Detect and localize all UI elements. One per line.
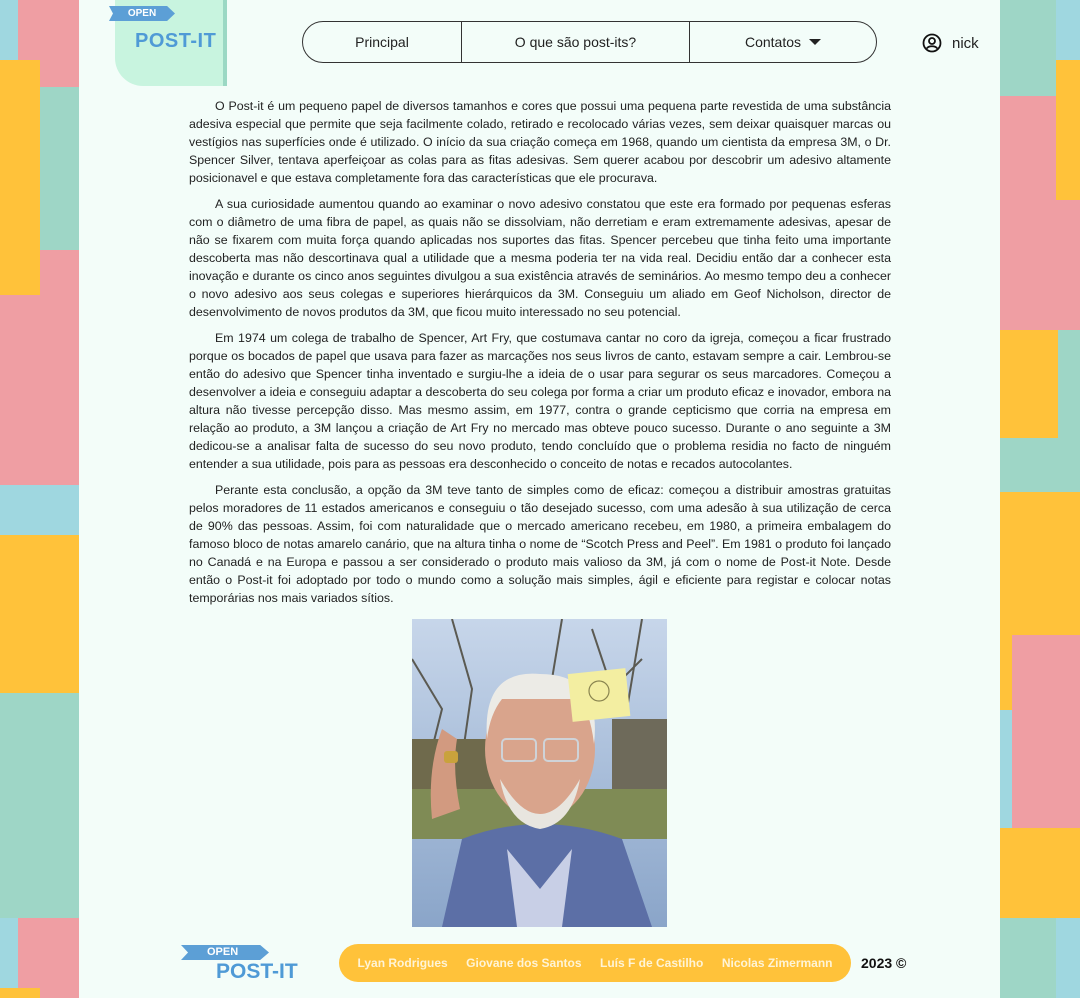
footer-logo-tag: OPEN (181, 945, 269, 960)
user-name: nick (952, 34, 979, 52)
header-logo[interactable]: OPEN POST-IT (109, 0, 227, 86)
copyright: 2023 © (861, 955, 907, 971)
credit-link[interactable]: Lyan Rodrigues (357, 956, 447, 970)
article-paragraph: Perante esta conclusão, a opção da 3M te… (189, 483, 891, 605)
logo-text: POST-IT (135, 30, 217, 52)
art-fry-photo (412, 619, 667, 927)
nav-item-o-que-sao[interactable]: O que são post-its? (461, 22, 689, 62)
article-paragraph: O Post-it é um pequeno papel de diversos… (189, 99, 891, 185)
nav-item-principal[interactable]: Principal (303, 22, 461, 62)
photo-illustration (412, 619, 667, 927)
main-nav: Principal O que são post-its? Contatos (302, 21, 877, 63)
nav-item-contatos[interactable]: Contatos (689, 22, 876, 62)
footer-logo-text: POST-IT (216, 960, 298, 983)
nav-item-label: Principal (355, 34, 409, 50)
nav-item-label: O que são post-its? (514, 34, 637, 50)
footer-logo[interactable]: OPEN POST-IT (181, 943, 321, 983)
right-decor-panel (1000, 0, 1080, 998)
user-circle-icon (922, 33, 942, 53)
credit-link[interactable]: Nicolas Zimermann (722, 956, 833, 970)
caret-down-icon (809, 39, 822, 45)
logo-tag: OPEN (109, 6, 175, 21)
credit-link[interactable]: Luís F de Castilho (600, 956, 703, 970)
credit-link[interactable]: Giovane dos Santos (466, 956, 581, 970)
credits-bar: Lyan Rodrigues Giovane dos Santos Luís F… (339, 944, 851, 982)
article-body: O Post-it é um pequeno papel de diversos… (189, 97, 891, 615)
user-menu[interactable]: nick (922, 33, 979, 53)
left-decor-panel (0, 0, 80, 998)
article-paragraph: A sua curiosidade aumentou quando ao exa… (189, 197, 891, 319)
article-paragraph: Em 1974 um colega de trabalho de Spencer… (189, 331, 891, 471)
nav-item-label: Contatos (744, 34, 802, 50)
